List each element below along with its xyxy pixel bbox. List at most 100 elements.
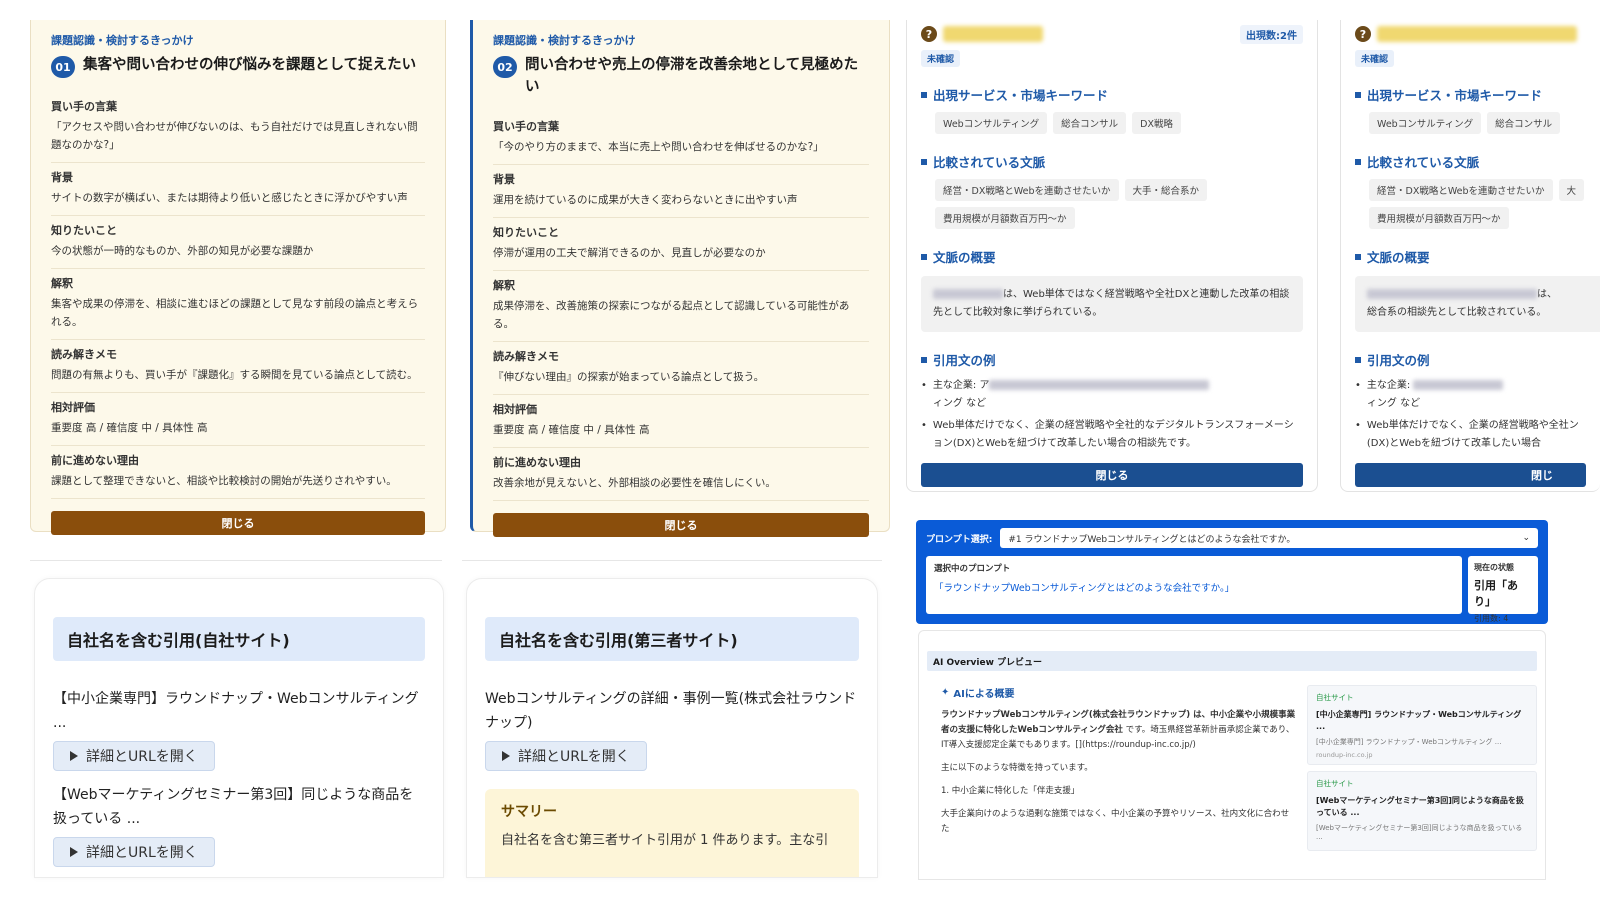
section-label: 知りたいこと	[493, 226, 559, 239]
bullet: •	[1355, 420, 1361, 431]
card-title-row: 01 集客や問い合わせの伸び悩みを課題として捉えたい	[51, 54, 425, 78]
ai-overview-preview: AI Overview プレビュー ✦ AIによる概要 ラウンドナップWebコンサ…	[918, 630, 1546, 880]
chip: 費用規模が月額数百万円〜か	[1369, 207, 1509, 229]
section-background: 背景 サイトの数字が横ばい、または期待より低いと感じたときに浮かびやすい声	[51, 163, 425, 216]
question-icon: ?	[921, 26, 937, 42]
heading-text: 比較されている文脈	[1367, 155, 1480, 170]
close-button[interactable]: 閉じる	[921, 463, 1303, 487]
status-value: 引用「あり」	[1474, 579, 1518, 608]
close-button[interactable]: 閉じる	[51, 511, 425, 535]
company-header: ?	[1355, 22, 1586, 46]
divider	[30, 560, 442, 568]
section-label: 読み解きメモ	[493, 350, 559, 363]
bullet: •	[921, 380, 927, 391]
section-label: 買い手の言葉	[493, 120, 559, 133]
chevron-down-icon: ⌄	[1522, 533, 1530, 543]
company-card: ? 未確認 出現サービス・市場キーワード Webコンサルティング 総合コンサル …	[1340, 20, 1600, 492]
ai-overview-text: ✦ AIによる概要 ラウンドナップWebコンサルティング(株式会社ラウンドナップ)…	[941, 685, 1297, 857]
heading-text: 引用文の例	[1367, 353, 1430, 368]
summary-text: は、	[1537, 289, 1557, 300]
square-bullet-icon	[1355, 91, 1361, 98]
source-title: [中小企業専門] ラウンドナップ・Webコンサルティング ...	[1316, 710, 1522, 731]
source-tag: 自社サイト	[1316, 693, 1354, 702]
paragraph: 大手企業向けのような過剰な施策ではなく、中小企業の予算やリソース、社内文化に合わ…	[941, 809, 1290, 834]
square-bullet-icon	[1355, 253, 1361, 260]
section-text: 問題の有無よりも、買い手が『課題化』する瞬間を見ている論点として読む。	[51, 369, 418, 381]
square-bullet-icon	[921, 91, 927, 98]
heading-text: 文脈の概要	[933, 250, 996, 265]
card-kicker: 課題認識・検討するきっかけ	[51, 34, 194, 47]
source-card[interactable]: 自社サイト [中小企業専門] ラウンドナップ・Webコンサルティング ... […	[1307, 685, 1537, 765]
quote-prefix: 主な企業:	[1366, 380, 1414, 391]
square-bullet-icon	[1355, 356, 1361, 363]
card-title: 問い合わせや売上の停滞を改善余地として見極めたい	[525, 57, 859, 95]
chip: 総合コンサル	[1487, 112, 1561, 134]
section-heading-keywords: 出現サービス・市場キーワード	[921, 85, 1303, 104]
citation-count: 引用数: 4	[1474, 614, 1509, 623]
section-text: 今の状態が一時的なものか、外部の知見が必要な課題か	[51, 245, 314, 257]
section-relative-eval: 相対評価 重要度 高 / 確信度 中 / 具体性 高	[493, 395, 869, 448]
section-label: 解釈	[493, 279, 515, 292]
blurred-text	[1413, 380, 1504, 390]
square-bullet-icon	[921, 356, 927, 363]
summary-text: 自社名を含む第三者サイト引用が 1 件あります。主な引	[501, 833, 829, 848]
open-details-button[interactable]: 詳細とURLを開く	[53, 837, 215, 867]
citation-item: 【中小企業専門】ラウンドナップ・Webコンサルティング ...	[53, 691, 419, 731]
prompt-selector-panel: プロンプト選択: #1 ラウンドナップWebコンサルティングとはどのような会社で…	[916, 520, 1548, 624]
citation-card-third-party: 自社名を含む引用(第三者サイト) Webコンサルティングの詳細・事例一覧(株式会…	[466, 578, 878, 878]
section-heading-summary: 文脈の概要	[1355, 247, 1586, 266]
citation-heading: 自社名を含む引用(第三者サイト)	[485, 617, 859, 661]
status-badge: 未確認	[921, 50, 961, 67]
close-button[interactable]: 閉じる	[493, 513, 869, 537]
section-buyer-words: 買い手の言葉「今のやり方のままで、本当に売上や問い合わせを伸ばせるのかな?」	[493, 112, 869, 165]
card-kicker: 課題認識・検討するきっかけ	[493, 34, 636, 47]
citation-item: 【Webマーケティングセミナー第3回】同じような商品を扱っている ...	[53, 787, 414, 827]
blurred-company-name	[943, 26, 1043, 42]
section-reading-memo: 読み解きメモ 『伸びない理由』の探索が始まっている論点として扱う。	[493, 342, 869, 395]
source-title: [Webマーケティングセミナー第3回]同じような商品を扱っている ...	[1316, 796, 1524, 817]
chip: DX戦略	[1132, 112, 1181, 134]
section-text: 「今のやり方のままで、本当に売上や問い合わせを伸ばせるのかな?」	[493, 141, 824, 153]
context-summary: は、 総合系の相談先として比較されている。	[1355, 276, 1600, 332]
card-number-badge: 01	[51, 56, 75, 78]
source-card[interactable]: 自社サイト [Webマーケティングセミナー第3回]同じような商品を扱っている .…	[1307, 771, 1537, 851]
open-details-button[interactable]: 詳細とURLを開く	[53, 741, 215, 771]
section-text: 改善余地が見えないと、外部相談の必要性を確信しにくい。	[493, 477, 776, 489]
section-blocker: 前に進めない理由改善余地が見えないと、外部相談の必要性を確信しにくい。	[493, 448, 869, 501]
context-summary: は、Web単体ではなく経営戦略や全社DXと連動した改革の相談先として比較対象に挙…	[921, 276, 1303, 332]
source-tag: 自社サイト	[1316, 779, 1354, 788]
section-label: 前に進めない理由	[493, 456, 581, 469]
summary-heading: サマリー	[501, 804, 557, 820]
section-label: 相対評価	[51, 401, 95, 414]
prompt-select[interactable]: #1 ラウンドナップWebコンサルティングとはどのような会社ですか。 ⌄	[1000, 528, 1538, 548]
open-details-label: 詳細とURLを開く	[86, 845, 198, 861]
quote-list: • 主な企業: アィング など • Web単体だけでなく、企業の経営戦略や全社的なデ…	[921, 377, 1303, 453]
prompt-info-row: 選択中のプロンプト 「ラウンドナップWebコンサルティングとはどのような会社です…	[926, 556, 1538, 623]
section-text: 重要度 高 / 確信度 中 / 具体性 高	[493, 424, 650, 436]
quote-list: • 主な企業: ィング など • Web単体だけでなく、企業の経営戦略や全社ン(DX…	[1355, 377, 1586, 453]
quote-text: Web単体だけでなく、企業の経営戦略や全社ン(DX)とWebを紐づけて改革したい…	[1366, 420, 1579, 449]
insight-card-02: 課題認識・検討するきっかけ 02 問い合わせや売上の停滞を改善余地として見極めた…	[470, 20, 890, 537]
close-button[interactable]: 閉じ	[1355, 463, 1586, 487]
section-reading-memo: 読み解きメモ問題の有無よりも、買い手が『課題化』する瞬間を見ている論点として読む…	[51, 340, 425, 393]
list-item: • Web単体だけでなく、企業の経営戦略や全社ン(DX)とWebを紐づけて改革した…	[1355, 417, 1586, 453]
section-label: 読み解きメモ	[51, 348, 117, 361]
chip: Webコンサルティング	[1369, 112, 1482, 134]
company-name: ?	[1355, 26, 1577, 42]
company-header: ? 出現数:2件	[921, 22, 1303, 46]
open-details-button[interactable]: 詳細とURLを開く	[485, 741, 647, 771]
ai-summary-label: AIによる概要	[953, 689, 1015, 700]
quote-suffix: ィング など	[1366, 398, 1421, 409]
status-label: 現在の状態	[1474, 563, 1514, 572]
compare-chips: 経営・DX戦略とWebを連動させたいか 大	[1355, 179, 1586, 201]
current-prompt-label: 選択中のプロンプト	[934, 564, 1011, 574]
prompt-select-label: プロンプト選択:	[926, 534, 993, 545]
current-prompt-box: 選択中のプロンプト 「ラウンドナップWebコンサルティングとはどのような会社です…	[926, 556, 1462, 614]
blurred-text	[933, 289, 1003, 299]
bullet: •	[1355, 380, 1361, 391]
source-list: 自社サイト [中小企業専門] ラウンドナップ・Webコンサルティング ... […	[1307, 685, 1537, 857]
compare-chips: 経営・DX戦略とWebを連動させたいか 大手・総合系か 費用規模が月額数百万円〜…	[921, 179, 1303, 229]
quote-text: Web単体だけでなく、企業の経営戦略や全社的なデジタルトランスフォーメーション(…	[932, 420, 1294, 449]
prompt-select-value: #1 ラウンドナップWebコンサルティングとはどのような会社ですか。	[1008, 534, 1296, 545]
section-heading-quotes: 引用文の例	[1355, 350, 1586, 369]
